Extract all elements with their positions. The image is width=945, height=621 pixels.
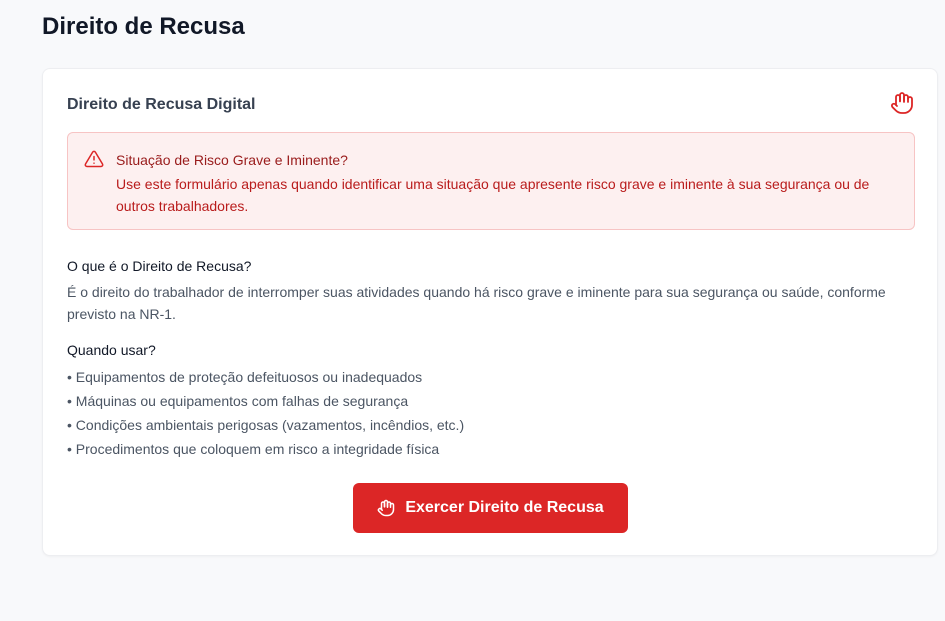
info-heading: O que é o Direito de Recusa?: [67, 258, 252, 274]
button-label: Exercer Direito de Recusa: [405, 499, 604, 516]
usage-list: Equipamentos de proteção defeituosos ou …: [67, 365, 464, 461]
refusal-card: Direito de Recusa Digital Situação de Ri…: [42, 68, 938, 556]
alert-text: Use este formulário apenas quando identi…: [116, 176, 870, 214]
hand-icon: [890, 91, 914, 115]
list-item: Procedimentos que coloquem em risco a in…: [67, 437, 464, 461]
list-item: Máquinas ou equipamentos com falhas de s…: [67, 389, 464, 413]
warning-triangle-icon: [84, 149, 104, 169]
card-title: Direito de Recusa Digital: [67, 96, 256, 113]
list-item: Condições ambientais perigosas (vazament…: [67, 413, 464, 437]
exercise-refusal-button[interactable]: Exercer Direito de Recusa: [353, 483, 628, 533]
alert-title: Situação de Risco Grave e Iminente?: [116, 152, 348, 168]
page-title: Direito de Recusa: [42, 13, 245, 40]
usage-heading: Quando usar?: [67, 342, 156, 358]
info-text: É o direito do trabalhador de interrompe…: [67, 284, 886, 322]
hand-icon: [377, 499, 395, 517]
list-item: Equipamentos de proteção defeituosos ou …: [67, 365, 464, 389]
risk-alert: Situação de Risco Grave e Iminente? Use …: [67, 132, 915, 230]
